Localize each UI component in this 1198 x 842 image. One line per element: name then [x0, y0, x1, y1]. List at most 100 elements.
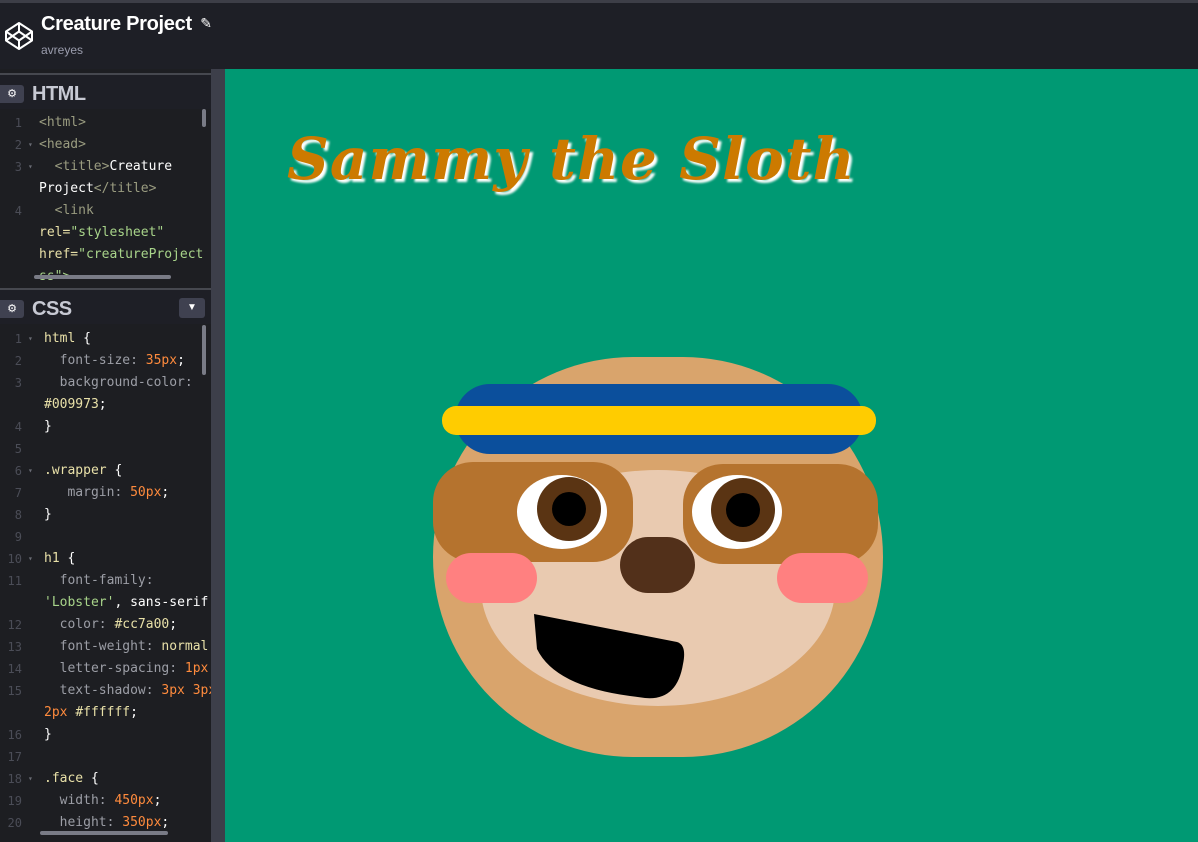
code-line[interactable]: 15 text-shadow: 3px 3px [0, 680, 211, 702]
project-title[interactable]: Creature Project [41, 13, 192, 36]
line-number: 7 [14, 486, 22, 500]
code-text: <head> [39, 134, 86, 156]
line-number: 3 [14, 160, 22, 174]
code-line[interactable]: 11 font-family: [0, 570, 211, 592]
pencil-icon[interactable]: ✎ [200, 15, 212, 32]
code-line[interactable]: 13 font-weight: normal [0, 636, 211, 658]
fold-arrow-icon[interactable]: ▾ [28, 460, 33, 482]
css-horizontal-scrollbar[interactable] [40, 831, 168, 835]
code-text: <title>Creature [39, 156, 172, 178]
code-line[interactable]: href="creatureProject [0, 244, 211, 266]
line-number: 18 [7, 772, 22, 786]
sloth-nose [620, 537, 695, 593]
code-line[interactable]: 3 ▾ <title>Creature [0, 156, 211, 178]
code-line[interactable]: 14 letter-spacing: 1px [0, 658, 211, 680]
code-text: background-color: [44, 372, 193, 394]
code-token: 35px [145, 353, 178, 368]
code-token: ; [161, 485, 170, 500]
code-line[interactable]: rel="stylesheet" [0, 222, 211, 244]
css-pane-header: ⚙ CSS ▼ [0, 288, 211, 324]
code-line[interactable]: 1 ▾ html { [0, 328, 211, 350]
code-line[interactable]: 4 <link [0, 200, 211, 222]
code-token: 50px [130, 485, 162, 500]
author-name[interactable]: avreyes [41, 43, 83, 57]
code-line[interactable]: 17 [0, 746, 211, 768]
code-line[interactable]: 10 ▾ h1 { [0, 548, 211, 570]
code-token: #cc7a00 [114, 617, 170, 632]
code-line[interactable]: 2 font-size: 35px; [0, 350, 211, 372]
fold-arrow-icon[interactable]: ▾ [28, 156, 33, 178]
code-line[interactable]: 4} [0, 416, 211, 438]
code-token: background-color: [44, 375, 193, 390]
code-token: { [90, 771, 99, 786]
code-line[interactable]: 'Lobster', sans-serif [0, 592, 211, 614]
code-line[interactable]: 19 width: 450px; [0, 790, 211, 812]
code-token: 'Lobster' [44, 595, 115, 610]
code-line[interactable]: 2px #ffffff; [0, 702, 211, 724]
project-title-wrap: Creature Project ✎ [41, 13, 212, 36]
gear-icon[interactable]: ⚙ [0, 300, 24, 318]
code-text: <link [39, 200, 94, 222]
code-line[interactable]: 5 [0, 438, 211, 460]
code-line[interactable]: 9 [0, 526, 211, 548]
code-line[interactable]: 6 ▾ .wrapper { [0, 460, 211, 482]
fold-arrow-icon[interactable]: ▾ [28, 328, 33, 350]
code-line[interactable]: #009973; [0, 394, 211, 416]
code-token: Creature [109, 159, 173, 174]
code-token: rel= [39, 225, 71, 240]
line-number: 20 [7, 816, 22, 830]
code-token: <title> [39, 159, 110, 174]
line-number: 4 [14, 204, 22, 218]
line-number: 4 [14, 420, 22, 434]
code-token: 350px [122, 815, 162, 830]
line-number: 9 [14, 530, 22, 544]
code-token: , sans-serif [114, 595, 209, 610]
fold-arrow-icon[interactable]: ▾ [28, 768, 33, 790]
codepen-logo-icon[interactable] [4, 21, 34, 51]
html-horizontal-scrollbar[interactable] [34, 275, 171, 279]
code-token: </title> [93, 181, 157, 196]
html-vertical-scrollbar[interactable] [202, 109, 206, 127]
code-line[interactable]: 12 color: #cc7a00; [0, 614, 211, 636]
css-vertical-scrollbar[interactable] [202, 325, 206, 375]
code-token: .wrapper [44, 463, 115, 478]
line-number: 3 [14, 376, 22, 390]
code-token: { [67, 551, 76, 566]
code-token: Project [39, 181, 94, 196]
code-text: <html> [39, 112, 86, 134]
code-line[interactable]: 1 <html> [0, 112, 211, 134]
line-number: 14 [7, 662, 22, 676]
code-line[interactable]: 8} [0, 504, 211, 526]
code-text: href="creatureProject [39, 244, 203, 266]
left-eye-pupil [552, 492, 586, 526]
code-line[interactable]: Project</title> [0, 178, 211, 200]
code-line[interactable]: 16} [0, 724, 211, 746]
html-code-editor[interactable]: 1 <html> 2 ▾ <head> 3 ▾ <title>Creature Project… [0, 112, 211, 284]
chevron-down-icon[interactable]: ▼ [179, 298, 205, 318]
code-text: font-size: 35px; [44, 350, 185, 372]
code-token: .face [44, 771, 91, 786]
code-text: .face { [44, 768, 99, 790]
code-text: 'Lobster', sans-serif [44, 592, 208, 614]
line-number: 10 [7, 552, 22, 566]
code-token: <head> [39, 137, 86, 152]
app-header: Creature Project ✎ avreyes [0, 3, 1198, 69]
code-token: letter-spacing: [44, 661, 185, 676]
code-line[interactable]: 2 ▾ <head> [0, 134, 211, 156]
gear-icon[interactable]: ⚙ [0, 85, 24, 103]
css-code-editor[interactable]: 1 ▾ html {2 font-size: 35px; 3 background-c… [0, 328, 211, 842]
code-token: h1 [44, 551, 68, 566]
html-pane-title: HTML [32, 83, 86, 105]
headband-yellow [442, 406, 876, 435]
code-line[interactable]: 18 ▾ .face { [0, 768, 211, 790]
code-text: letter-spacing: 1px [44, 658, 209, 680]
code-text: 2px #ffffff; [44, 702, 138, 724]
code-line[interactable]: 3 background-color: [0, 372, 211, 394]
pane-resize-handle[interactable] [211, 69, 225, 842]
fold-arrow-icon[interactable]: ▾ [28, 134, 33, 156]
code-line[interactable]: 7 margin: 50px; [0, 482, 211, 504]
code-token: html [44, 331, 84, 346]
code-token: color: [44, 617, 115, 632]
fold-arrow-icon[interactable]: ▾ [28, 548, 33, 570]
code-token: { [114, 463, 123, 478]
